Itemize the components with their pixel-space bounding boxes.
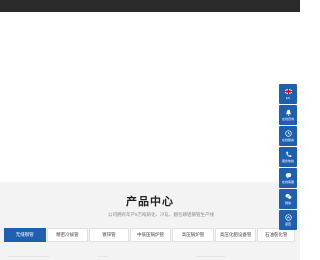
hero-banner bbox=[0, 12, 300, 182]
flag-icon bbox=[284, 88, 292, 95]
wechat-icon bbox=[284, 193, 292, 200]
product-list-preview bbox=[0, 252, 300, 260]
back-to-top-button[interactable]: 返回 bbox=[279, 210, 297, 230]
section-title: 产品中心 bbox=[126, 196, 174, 208]
wechat-label: 微信 bbox=[284, 201, 291, 205]
customer-service-button[interactable]: 在线客服 bbox=[279, 168, 297, 188]
arrow-up-icon bbox=[284, 214, 292, 221]
product-item-edge bbox=[98, 256, 108, 257]
tab-low-pressure-boiler[interactable]: 中低压锅炉管 bbox=[129, 228, 172, 242]
tab-seamless-pipe[interactable]: 无缝钢管 bbox=[4, 228, 46, 242]
phone-icon bbox=[285, 151, 291, 157]
product-item-edge bbox=[196, 256, 226, 257]
message-label: 在线留言 bbox=[281, 138, 294, 142]
language-label: EN bbox=[285, 96, 291, 100]
hotline-label: 服务热线 bbox=[281, 159, 294, 163]
tab-fertilizer-equipment[interactable]: 高压化肥设备管 bbox=[214, 228, 257, 242]
section-subtitle: 公司拥有年产5万吨硝化、冷轧、翻包磷铝钢管生产线 bbox=[107, 212, 214, 217]
back-to-top-label: 返回 bbox=[284, 222, 291, 226]
tab-precision-cold-drawn[interactable]: 精密冷拔管 bbox=[46, 228, 89, 242]
language-button[interactable]: EN bbox=[279, 84, 297, 104]
tab-high-pressure-boiler[interactable]: 高压锅炉管 bbox=[172, 228, 214, 242]
tab-galvanized[interactable]: 镀锌管 bbox=[89, 228, 129, 242]
wechat-button[interactable]: 微信 bbox=[279, 189, 297, 209]
hotline-button[interactable]: 服务热线 bbox=[279, 147, 297, 167]
consult-button[interactable]: 在线咨询 bbox=[279, 105, 297, 125]
product-item-edge bbox=[8, 256, 50, 257]
floating-sidebar: EN 在线咨询 在线留言 服务热线 在线客服 微信 返回 bbox=[279, 84, 297, 231]
bell-icon bbox=[285, 109, 291, 116]
top-navigation-bar bbox=[0, 0, 300, 12]
section-subtitle-wrap: 公司拥有年产5万吨硝化、冷轧、翻包磷铝钢管生产线 bbox=[96, 210, 226, 220]
product-tabs: 无缝钢管 精密冷拔管 镀锌管 中低压锅炉管 高压锅炉管 高压化肥设备管 石油裂化… bbox=[4, 228, 296, 242]
consult-label: 在线咨询 bbox=[281, 117, 294, 121]
clock-icon bbox=[284, 130, 292, 137]
chat-icon bbox=[285, 172, 291, 179]
message-button[interactable]: 在线留言 bbox=[279, 126, 297, 146]
customer-service-label: 在线客服 bbox=[281, 180, 294, 184]
